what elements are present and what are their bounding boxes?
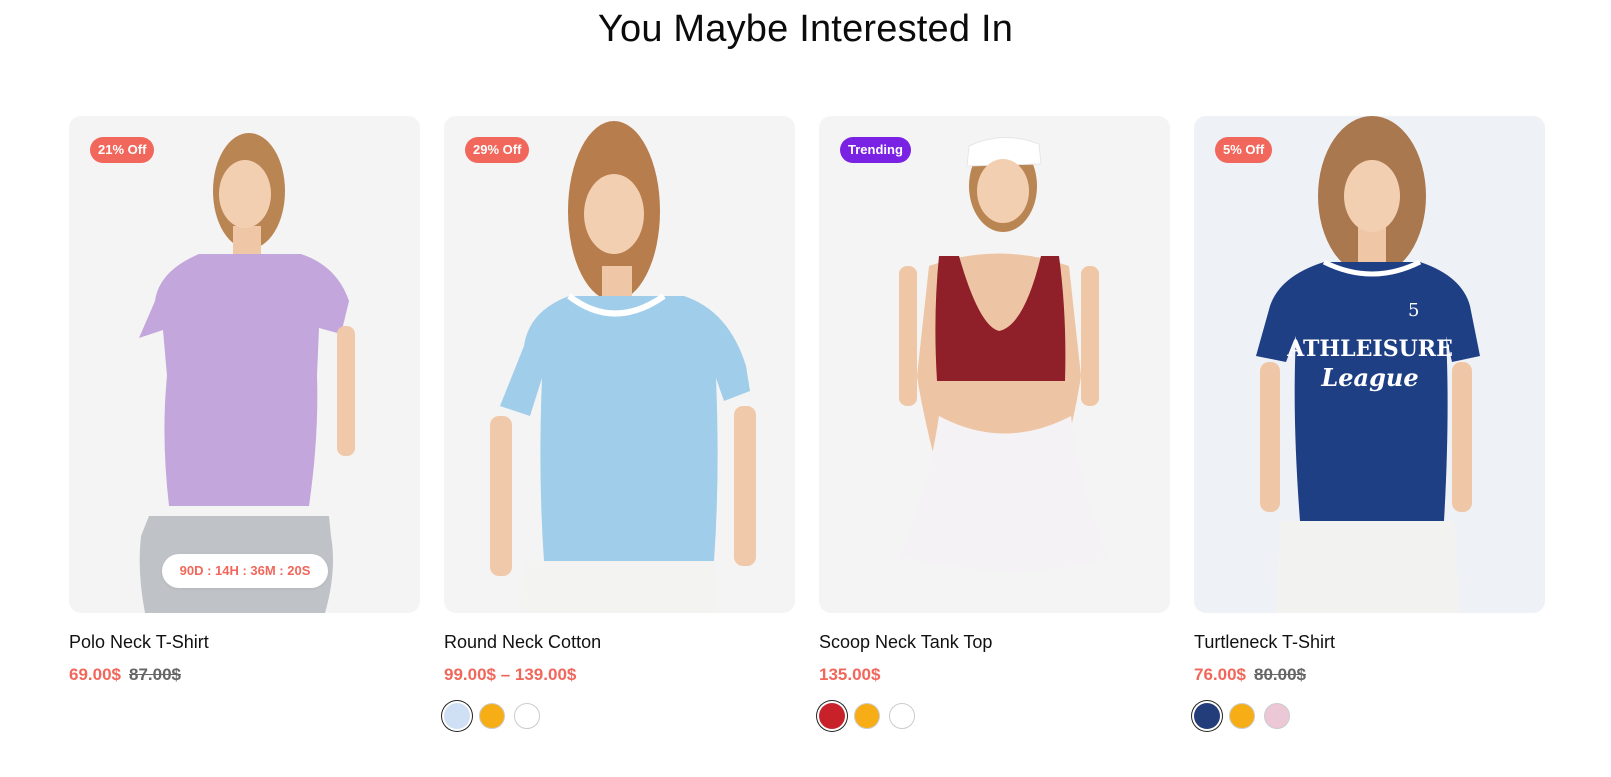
color-swatch-3[interactable]: [1264, 703, 1290, 729]
price-row: 99.00$ – 139.00$: [444, 665, 795, 689]
current-price: 69.00$: [69, 665, 121, 684]
price-row: 135.00$: [819, 665, 1170, 689]
color-swatches: [819, 703, 1170, 733]
model-illustration: [899, 136, 1109, 571]
product-card[interactable]: Trending Scoop Neck Tank Top 135.00$: [819, 116, 1170, 733]
old-price: 80.00$: [1254, 665, 1306, 684]
price-row: 76.00$ 80.00$: [1194, 665, 1545, 689]
product-card[interactable]: 21% Off 90D : 14H : 36M : 20S Polo Neck …: [69, 116, 420, 733]
product-image[interactable]: 21% Off 90D : 14H : 36M : 20S: [69, 116, 420, 613]
discount-badge: 21% Off: [90, 137, 155, 163]
model-illustration: ATHLEISURE League 5: [1256, 116, 1480, 613]
color-swatch-2[interactable]: [854, 703, 880, 729]
shirt-shape: [500, 296, 750, 561]
product-name[interactable]: Round Neck Cotton: [444, 632, 795, 656]
shirt-print-text-2: League: [1320, 363, 1418, 392]
trending-badge: Trending: [840, 137, 911, 163]
color-swatch-3[interactable]: [514, 703, 540, 729]
old-price: 87.00$: [129, 665, 181, 684]
product-grid: 21% Off 90D : 14H : 36M : 20S Polo Neck …: [69, 116, 1545, 733]
product-name[interactable]: Turtleneck T-Shirt: [1194, 632, 1545, 656]
price-row: 69.00$ 87.00$: [69, 665, 420, 689]
color-swatch-3[interactable]: [889, 703, 915, 729]
current-price: 135.00$: [819, 665, 881, 684]
current-price: 76.00$: [1194, 665, 1246, 684]
color-swatch-1[interactable]: [1194, 703, 1220, 729]
color-swatch-1[interactable]: [819, 703, 845, 729]
product-card[interactable]: ATHLEISURE League 5 5% Off Turtleneck T-…: [1194, 116, 1545, 733]
discount-badge: 29% Off: [465, 137, 530, 163]
color-swatch-2[interactable]: [479, 703, 505, 729]
color-swatch-2[interactable]: [1229, 703, 1255, 729]
product-image[interactable]: ATHLEISURE League 5 5% Off: [1194, 116, 1545, 613]
model-illustration: [490, 121, 756, 613]
shirt-print-number: 5: [1408, 300, 1419, 321]
product-name[interactable]: Scoop Neck Tank Top: [819, 632, 1170, 656]
product-name[interactable]: Polo Neck T-Shirt: [69, 632, 420, 656]
current-price: 99.00$ – 139.00$: [444, 665, 577, 684]
shirt-shape: [139, 254, 349, 506]
pants-shape: [1276, 521, 1460, 613]
countdown-timer: 90D : 14H : 36M : 20S: [162, 554, 328, 588]
product-image[interactable]: 29% Off: [444, 116, 795, 613]
pants-shape: [519, 561, 719, 613]
model-illustration: [139, 133, 355, 613]
color-swatches: [1194, 703, 1545, 733]
shirt-print-text-1: ATHLEISURE: [1286, 336, 1453, 362]
product-card[interactable]: 29% Off Round Neck Cotton 99.00$ – 139.0…: [444, 116, 795, 733]
section-title: You Maybe Interested In: [597, 8, 1014, 50]
color-swatches: [444, 703, 795, 733]
discount-badge: 5% Off: [1215, 137, 1273, 163]
product-image[interactable]: Trending: [819, 116, 1170, 613]
color-swatch-1[interactable]: [444, 703, 470, 729]
